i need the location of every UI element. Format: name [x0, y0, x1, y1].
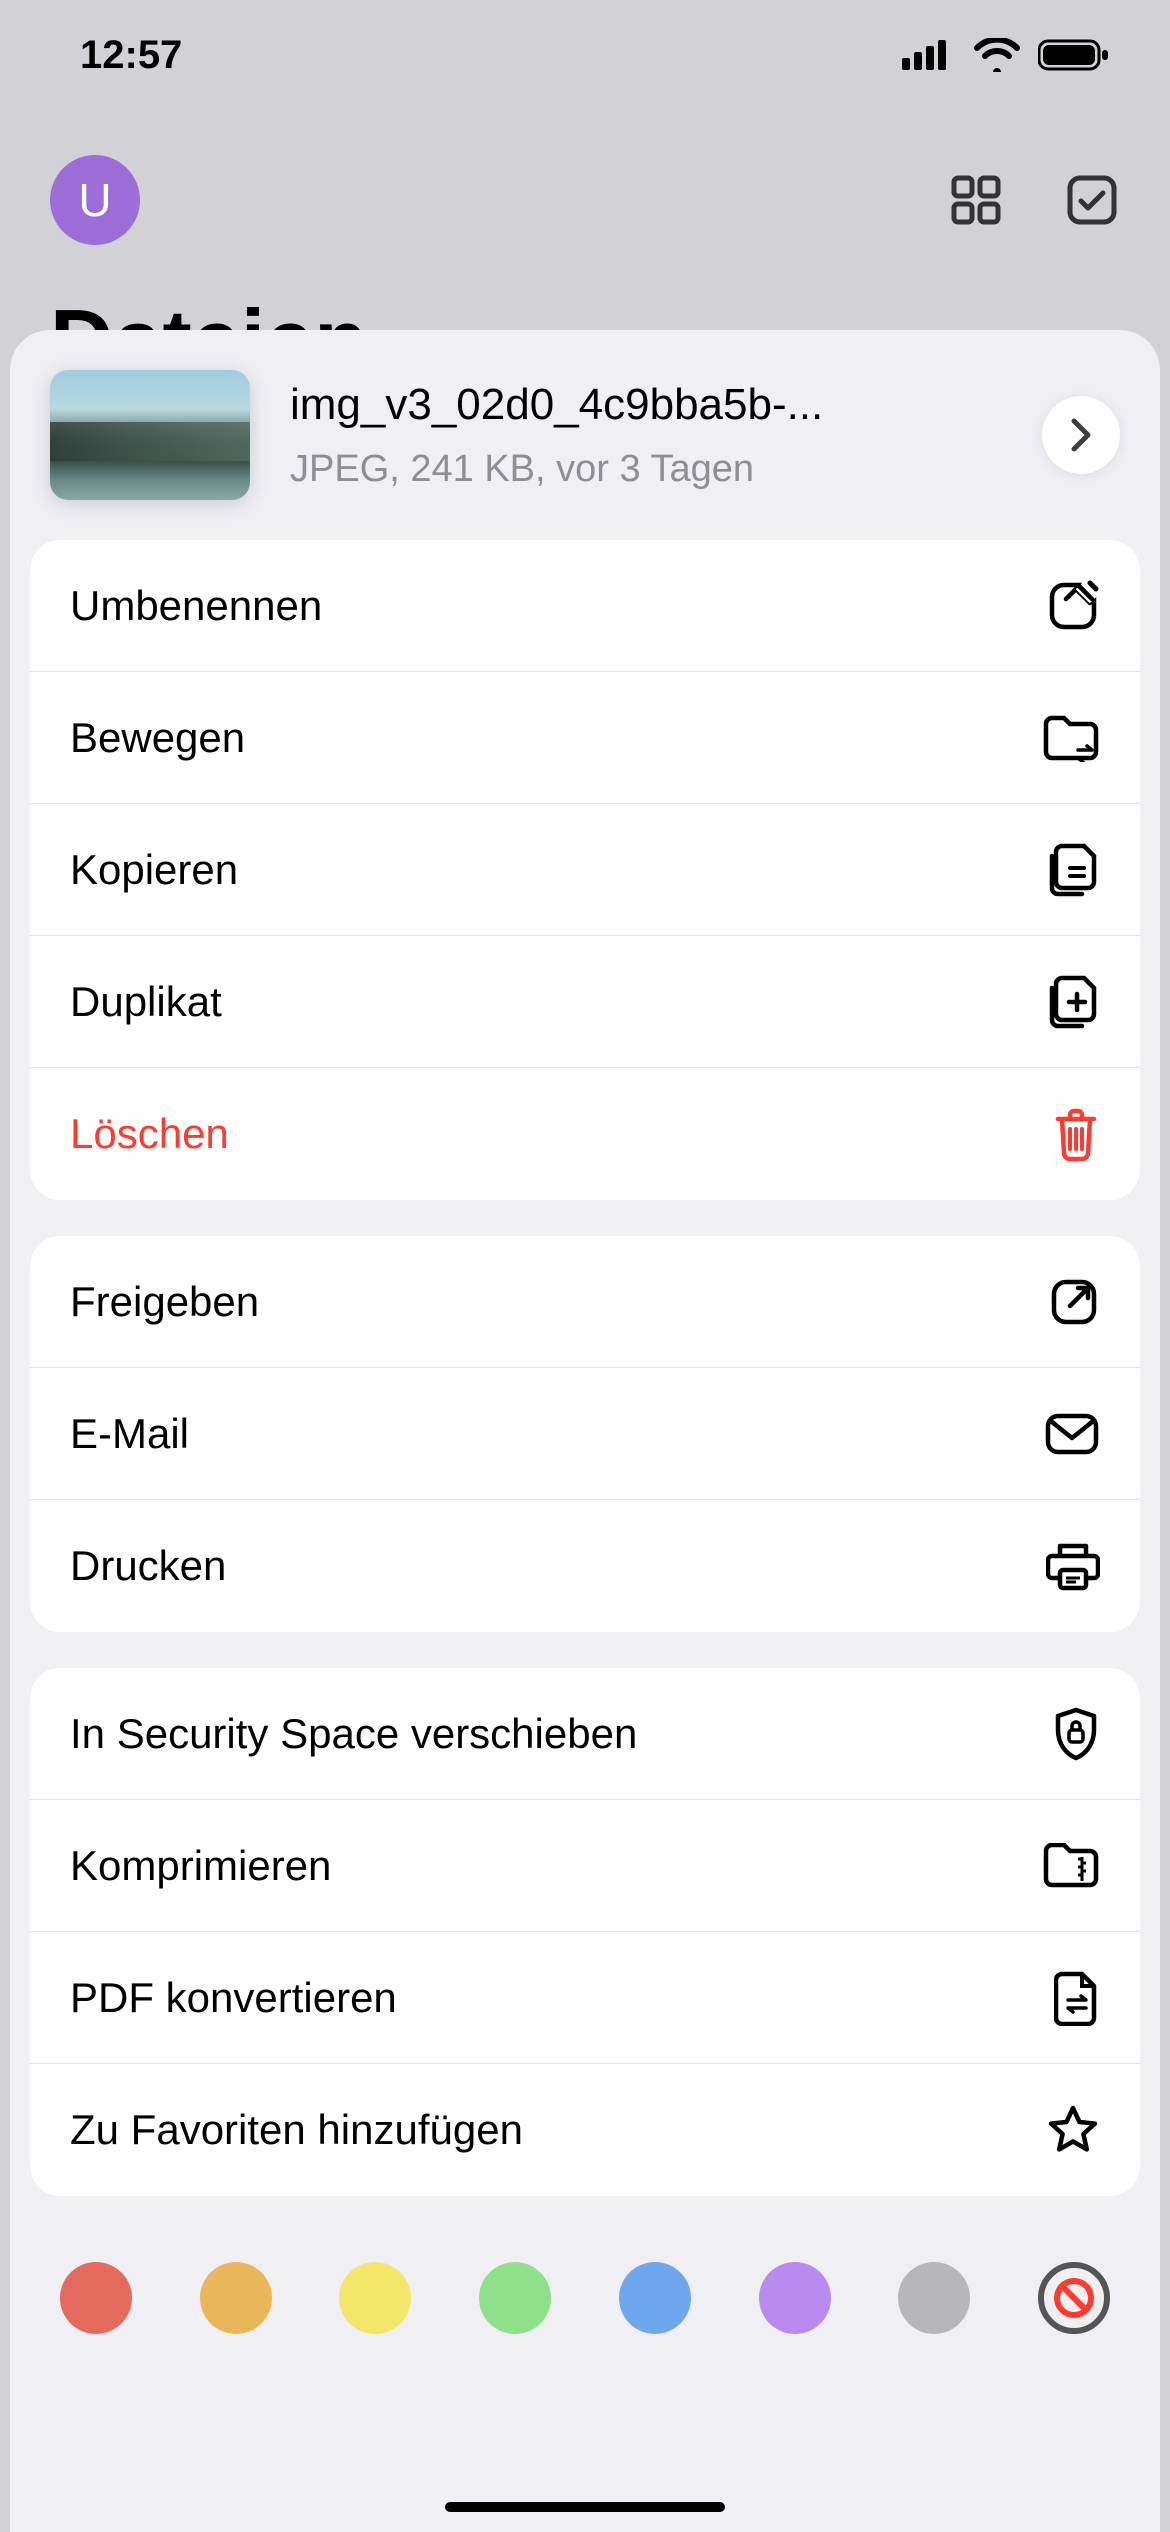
grid-view-icon[interactable]	[948, 172, 1004, 228]
add-favorite-row[interactable]: Zu Favoriten hinzufügen	[30, 2064, 1140, 2196]
status-time: 12:57	[80, 33, 182, 78]
share-label: Freigeben	[70, 1278, 259, 1326]
delete-label: Löschen	[70, 1110, 229, 1158]
star-icon	[1046, 2104, 1100, 2156]
print-label: Drucken	[70, 1542, 226, 1590]
action-sheet: img_v3_02d0_4c9bba5b-... JPEG, 241 KB, v…	[10, 330, 1160, 2532]
tag-gray[interactable]	[898, 2262, 970, 2334]
security-space-row[interactable]: In Security Space verschieben	[30, 1668, 1140, 1800]
tag-green[interactable]	[479, 2262, 551, 2334]
rename-label: Umbenennen	[70, 582, 322, 630]
print-row[interactable]: Drucken	[30, 1500, 1140, 1632]
tag-purple[interactable]	[759, 2262, 831, 2334]
avatar-initial: U	[78, 173, 111, 227]
file-name: img_v3_02d0_4c9bba5b-...	[290, 380, 1002, 430]
security-space-label: In Security Space verschieben	[70, 1710, 637, 1758]
share-row[interactable]: Freigeben	[30, 1236, 1140, 1368]
file-meta: JPEG, 241 KB, vor 3 Tagen	[290, 448, 1002, 491]
status-indicators	[902, 38, 1110, 72]
file-thumbnail	[50, 370, 250, 500]
share-icon	[1048, 1276, 1100, 1328]
print-icon	[1046, 1540, 1100, 1592]
battery-icon	[1038, 38, 1110, 72]
tag-clear[interactable]	[1038, 2262, 1110, 2334]
tag-blue[interactable]	[619, 2262, 691, 2334]
compress-row[interactable]: Komprimieren	[30, 1800, 1140, 1932]
trash-icon	[1052, 1107, 1100, 1161]
action-group-1: Umbenennen Bewegen Kopieren Duplikat Lös…	[30, 540, 1140, 1200]
pdf-convert-icon	[1054, 1970, 1100, 2026]
duplicate-label: Duplikat	[70, 978, 222, 1026]
zip-folder-icon	[1042, 1843, 1100, 1889]
move-folder-icon	[1042, 714, 1100, 762]
avatar[interactable]: U	[50, 155, 140, 245]
mail-icon	[1044, 1412, 1100, 1456]
duplicate-icon	[1046, 974, 1100, 1030]
select-icon[interactable]	[1064, 172, 1120, 228]
rename-icon	[1046, 579, 1100, 633]
compress-label: Komprimieren	[70, 1842, 331, 1890]
rename-row[interactable]: Umbenennen	[30, 540, 1140, 672]
action-group-3: In Security Space verschieben Komprimier…	[30, 1668, 1140, 2196]
tag-orange[interactable]	[200, 2262, 272, 2334]
move-label: Bewegen	[70, 714, 245, 762]
move-row[interactable]: Bewegen	[30, 672, 1140, 804]
tag-yellow[interactable]	[339, 2262, 411, 2334]
copy-row[interactable]: Kopieren	[30, 804, 1140, 936]
email-row[interactable]: E-Mail	[30, 1368, 1140, 1500]
duplicate-row[interactable]: Duplikat	[30, 936, 1140, 1068]
shield-lock-icon	[1052, 1706, 1100, 1762]
convert-pdf-row[interactable]: PDF konvertieren	[30, 1932, 1140, 2064]
home-indicator	[445, 2502, 725, 2512]
delete-row[interactable]: Löschen	[30, 1068, 1140, 1200]
file-header: img_v3_02d0_4c9bba5b-... JPEG, 241 KB, v…	[30, 370, 1140, 540]
tag-red[interactable]	[60, 2262, 132, 2334]
copy-label: Kopieren	[70, 846, 238, 894]
color-tags-row	[30, 2232, 1140, 2384]
wifi-icon	[974, 38, 1020, 72]
convert-pdf-label: PDF konvertieren	[70, 1974, 397, 2022]
action-group-2: Freigeben E-Mail Drucken	[30, 1236, 1140, 1632]
copy-icon	[1046, 842, 1100, 898]
cellular-icon	[902, 40, 956, 70]
status-bar: 12:57	[0, 0, 1170, 110]
add-favorite-label: Zu Favoriten hinzufügen	[70, 2106, 523, 2154]
chevron-right-icon	[1066, 415, 1096, 455]
email-label: E-Mail	[70, 1410, 189, 1458]
file-details-button[interactable]	[1042, 396, 1120, 474]
